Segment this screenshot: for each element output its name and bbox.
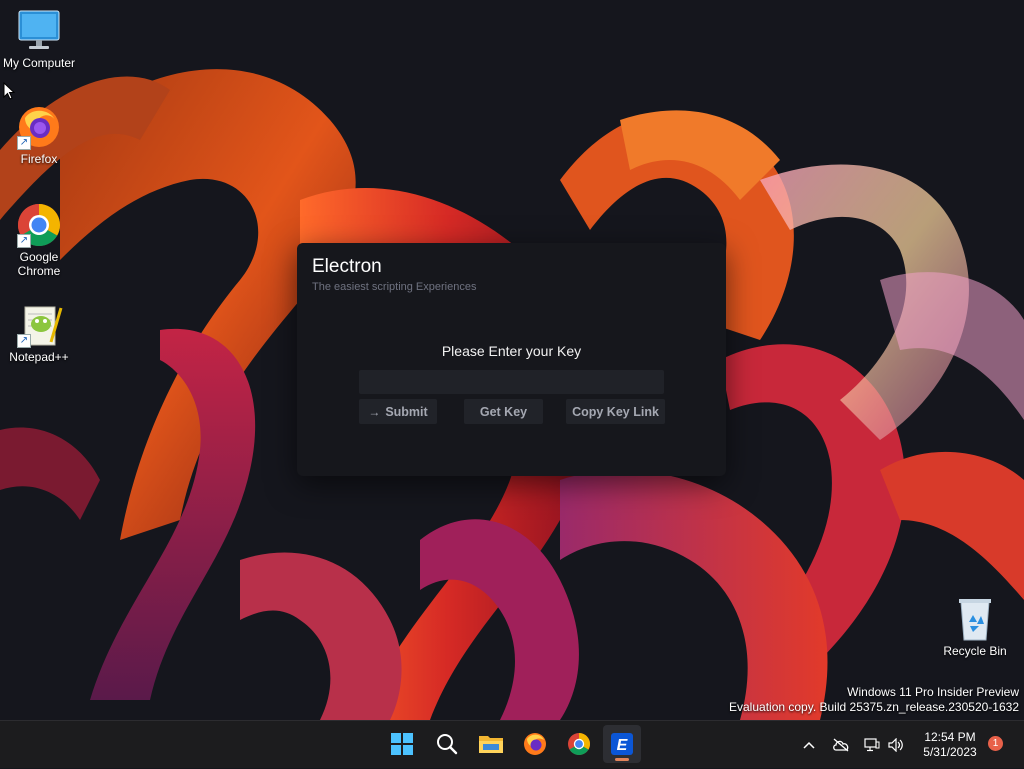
notepad-plus-plus-icon: ↗ <box>15 302 63 348</box>
get-key-label: Get Key <box>479 404 528 419</box>
firefox-icon <box>524 733 546 755</box>
network-status[interactable] <box>860 721 884 769</box>
watermark-line-1: Windows 11 Pro Insider Preview <box>847 685 1019 699</box>
electron-key-window: Electron The easiest scripting Experienc… <box>297 243 726 476</box>
window-subtitle: The easiest scripting Experiences <box>312 281 477 293</box>
taskbar-search-button[interactable] <box>428 725 466 763</box>
windows-watermark: Windows 11 Pro Insider Preview Evaluatio… <box>729 685 1019 715</box>
svg-text:E: E <box>617 737 629 754</box>
desktop-icon-recycle-bin[interactable]: Recycle Bin <box>936 596 1014 658</box>
shortcut-arrow-icon: ↗ <box>17 334 31 348</box>
arrow-right-icon: → <box>368 404 381 419</box>
clock-time: 12:54 PM <box>924 730 976 744</box>
copy-key-link-button[interactable]: Copy Key Link <box>566 399 665 424</box>
speaker-icon <box>888 738 903 752</box>
desktop-icon-label: Recycle Bin <box>943 644 1007 658</box>
key-input[interactable] <box>359 370 664 394</box>
show-hidden-icons-button[interactable] <box>798 721 820 769</box>
start-icon <box>391 733 413 755</box>
desktop-icon-label: My Computer <box>2 56 76 70</box>
get-key-button[interactable]: Get Key <box>464 399 543 424</box>
firefox-icon: ↗ <box>15 104 63 150</box>
shortcut-arrow-icon: ↗ <box>17 234 31 248</box>
desktop-icon-firefox[interactable]: ↗ Firefox <box>0 104 78 166</box>
submit-label: Submit <box>385 404 428 419</box>
search-icon <box>437 734 458 755</box>
chrome-icon <box>568 733 590 755</box>
electron-icon: E <box>611 733 633 755</box>
taskbar-chrome[interactable] <box>560 725 598 763</box>
cloud-offline-icon <box>833 738 849 752</box>
taskbar-file-explorer[interactable] <box>472 725 510 763</box>
desktop-icon-label: Notepad++ <box>9 350 69 364</box>
desktop-icon-label: Firefox <box>20 152 58 166</box>
onedrive-status[interactable] <box>828 721 854 769</box>
taskbar: E 12:54 PM 5/31/2023 <box>0 720 1024 768</box>
window-title: Electron <box>312 256 382 277</box>
mouse-cursor-icon <box>3 82 15 100</box>
submit-button[interactable]: → Submit <box>359 399 437 424</box>
chevron-up-icon <box>803 741 815 749</box>
recycle-bin-icon <box>951 596 999 642</box>
monitor-icon <box>15 8 63 54</box>
desktop-icon-notepad-plus-plus[interactable]: ↗ Notepad++ <box>0 302 78 364</box>
desktop-icon-my-computer[interactable]: My Computer <box>0 8 78 70</box>
chrome-icon: ↗ <box>15 202 63 248</box>
taskbar-clock[interactable]: 12:54 PM 5/31/2023 <box>912 730 988 760</box>
file-explorer-icon <box>479 736 503 753</box>
copy-key-link-label: Copy Key Link <box>572 404 659 419</box>
desktop-icon-google-chrome[interactable]: ↗ Google Chrome <box>0 202 78 278</box>
watermark-line-2: Evaluation copy. Build 25375.zn_release.… <box>729 700 1019 714</box>
desktop-icon-label: Google Chrome <box>17 250 61 278</box>
key-prompt-heading: Please Enter your Key <box>441 343 582 359</box>
taskbar-firefox[interactable] <box>516 725 554 763</box>
taskbar-electron[interactable]: E <box>603 725 641 763</box>
start-button[interactable] <box>383 725 421 763</box>
shortcut-arrow-icon: ↗ <box>17 136 31 150</box>
volume-control[interactable] <box>884 721 908 769</box>
clock-date: 5/31/2023 <box>923 745 977 759</box>
notification-badge[interactable]: 1 <box>988 736 1003 751</box>
active-app-indicator <box>615 758 629 761</box>
network-icon <box>864 738 880 752</box>
